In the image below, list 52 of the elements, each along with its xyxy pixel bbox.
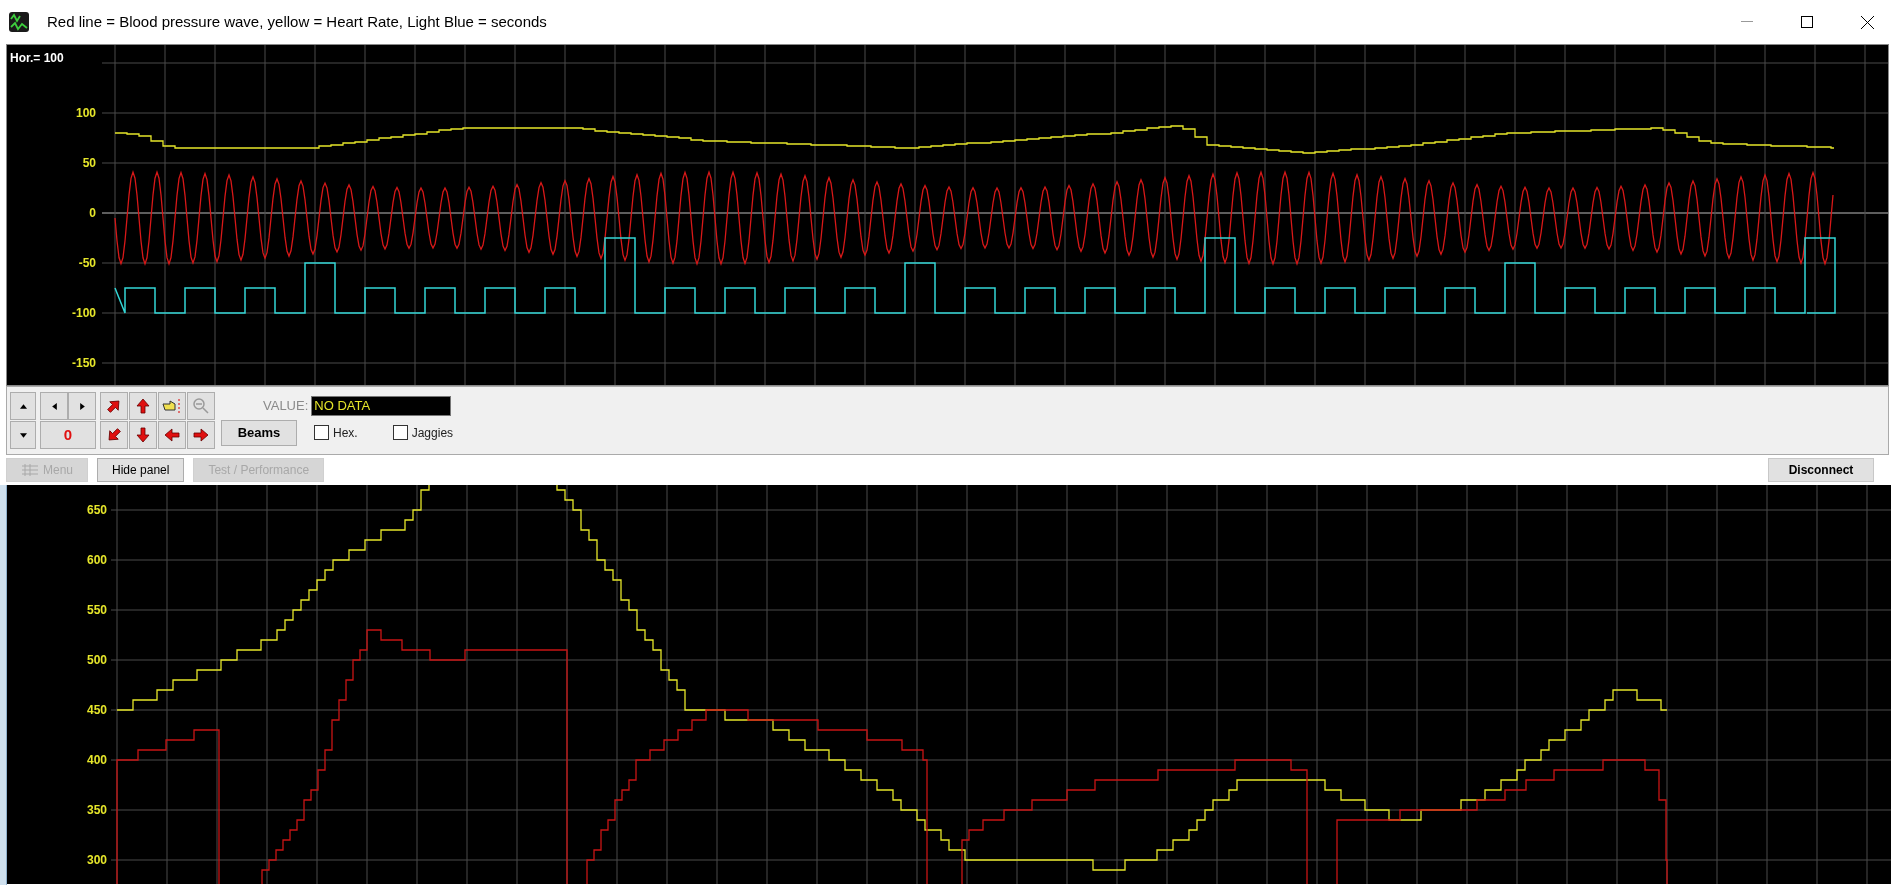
magnifier-icon <box>192 397 210 415</box>
checkbox-label: Jaggies <box>411 424 454 442</box>
left-arrow-icon <box>164 427 180 443</box>
axis-label: 650 <box>86 503 107 517</box>
app-logo-icon <box>9 12 29 32</box>
axis-label: 400 <box>86 753 107 767</box>
right-button[interactable] <box>68 392 96 420</box>
down-arrow-icon <box>135 427 151 443</box>
maximize-icon <box>1801 16 1813 28</box>
diagonal-up-button[interactable] <box>100 392 128 420</box>
axis-label: 0 <box>89 206 96 220</box>
window-title: Red line = Blood pressure wave, yellow = Heart Rate, Light Blue = seconds <box>47 11 547 32</box>
axis-label: 450 <box>86 703 107 717</box>
up-arrow-button[interactable] <box>129 392 157 420</box>
right-arrow-button[interactable] <box>187 421 215 449</box>
checkbox-label: Hex. <box>333 424 358 442</box>
value-field: NO DATA <box>311 395 452 416</box>
diagonal-down-button[interactable] <box>100 421 128 449</box>
value-label: VALUE: <box>263 396 309 415</box>
right-triangle-icon <box>79 402 85 410</box>
down-button[interactable] <box>10 421 36 449</box>
close-icon <box>1860 15 1874 29</box>
counter-display: 0 <box>40 421 96 449</box>
disconnect-button[interactable]: Disconnect <box>1768 458 1874 482</box>
down-triangle-icon <box>19 432 27 438</box>
right-arrow-icon <box>193 427 209 443</box>
minimize-icon <box>1741 21 1753 23</box>
panel-button[interactable]: Hide panel <box>97 458 185 482</box>
up-triangle-icon <box>19 403 27 409</box>
pointing-hand-icon <box>162 398 182 414</box>
grid-icon <box>21 463 39 477</box>
axis-label: 100 <box>75 106 96 120</box>
axis-label: 600 <box>86 553 107 567</box>
axis-label: 50 <box>82 156 96 170</box>
axis-label: 350 <box>86 803 107 817</box>
left-arrow-button[interactable] <box>158 421 186 449</box>
axis-label: 550 <box>86 603 107 617</box>
axis-label: -50 <box>78 256 96 270</box>
scale-label: Hor.= 100 <box>10 50 64 67</box>
pointer-button[interactable] <box>158 392 186 420</box>
up-button[interactable] <box>10 392 36 420</box>
axis-label: -100 <box>71 306 96 320</box>
checkbox[interactable] <box>314 425 329 440</box>
left-button[interactable] <box>40 392 68 420</box>
left-triangle-icon <box>51 402 57 410</box>
axis-label: 300 <box>86 853 107 867</box>
axis-label: 500 <box>86 653 107 667</box>
beams-button[interactable]: Beams <box>221 419 297 446</box>
checkbox[interactable] <box>392 425 408 440</box>
up-arrow-icon <box>135 398 151 414</box>
axis-label: -150 <box>71 356 96 370</box>
down-arrow-button[interactable] <box>129 421 157 449</box>
